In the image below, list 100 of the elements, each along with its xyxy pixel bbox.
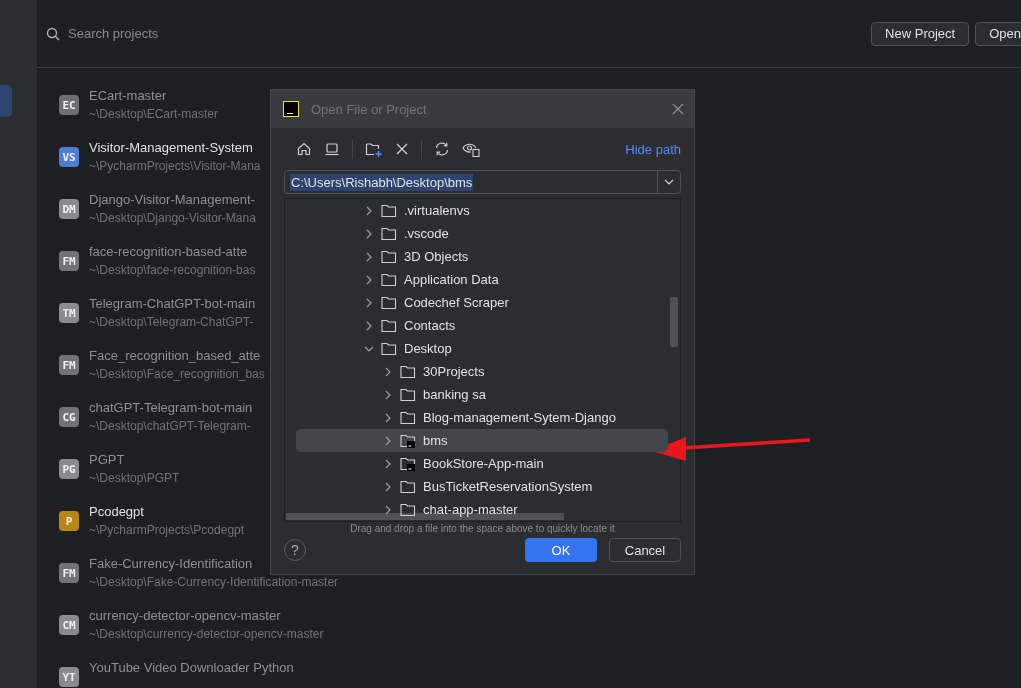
folder-icon [381,226,397,241]
project-icon: PG [59,459,79,479]
ok-button[interactable]: OK [525,538,597,562]
project-name[interactable]: face-recognition-based-atte [89,244,248,259]
tree-row[interactable]: BookStore-App-main [296,452,668,475]
project-icon: FM [59,355,79,375]
project-icon: EC [59,95,79,115]
project-name[interactable]: Pcodegpt [89,504,144,519]
project-icon: FM [59,563,79,583]
refresh-icon[interactable] [434,141,450,157]
folder-name: BusTicketReservationSystem [423,479,593,494]
project-name[interactable]: Visitor-Management-System [89,140,253,155]
cancel-button[interactable]: Cancel [609,538,681,562]
tree-row[interactable]: bms [296,429,668,452]
chevron-right-icon[interactable] [364,320,374,331]
tree-row[interactable]: BusTicketReservationSystem [296,475,668,498]
chevron-right-icon[interactable] [383,481,393,492]
tree-row[interactable]: chat-app-master [296,498,668,521]
project-name[interactable]: Fake-Currency-Identification [89,556,253,571]
project-name[interactable]: YouTube Video Downloader Python [89,660,294,675]
project-path: ~\Desktop\Fake-Currency-Identification-master [89,575,339,589]
chevron-right-icon[interactable] [364,251,374,262]
project-path: ~\Desktop\Telegram-ChatGPT- [89,315,254,329]
tree-row[interactable]: banking sa [296,383,668,406]
project-icon: P [59,511,79,531]
chevron-right-icon[interactable] [383,435,393,446]
project-icon: FM [59,251,79,271]
project-name[interactable]: ECart-master [89,88,167,103]
project-path: ~\Desktop\ECart-master [89,107,219,121]
tree-row[interactable]: 30Projects [296,360,668,383]
tree-row[interactable]: Desktop [296,337,668,360]
folder-icon [400,364,416,379]
folder-icon [381,203,397,218]
project-name[interactable]: Telegram-ChatGPT-bot-main [89,296,256,311]
project-path: ~\PycharmProjects\Visitor-Mana [89,159,261,173]
project-icon: YT [59,667,79,687]
folder-name: Desktop [404,341,452,356]
folder-icon [400,410,416,425]
new-project-button[interactable]: New Project [871,21,970,46]
tree-row[interactable]: .virtualenvs [296,199,668,222]
folder-name: Blog-management-Sytem-Django [423,410,616,425]
hide-path-link[interactable]: Hide path [625,141,681,157]
folder-icon [400,502,416,517]
project-name[interactable]: chatGPT-Telegram-bot-main [89,400,253,415]
eye-icon[interactable] [462,141,480,157]
project-icon: CG [59,407,79,427]
project-icon: TM [59,303,79,323]
folder-icon [400,387,416,402]
folder-name: Codechef Scraper [404,295,509,310]
project-icon: VS [59,147,79,167]
new-folder-icon[interactable] [365,141,383,157]
folder-name: Application Data [404,272,499,287]
project-name[interactable]: currency-detector-opencv-master [89,608,281,623]
project-name[interactable]: PGPT [89,452,125,467]
tree-row[interactable]: Application Data [296,268,668,291]
chevron-right-icon[interactable] [364,274,374,285]
project-name[interactable]: Django-Visitor-Management- [89,192,255,207]
project-path: ~\Desktop\Django-Visitor-Mana [89,211,256,225]
tree-row[interactable]: .vscode [296,222,668,245]
project-icon: CM [59,615,79,635]
scrollbar-thumb[interactable] [670,297,678,347]
chevron-right-icon[interactable] [364,205,374,216]
hint-text: Drag and drop a file into the space above to quickly locate it [349,522,616,534]
chevron-right-icon[interactable] [383,366,393,377]
folder-name: BookStore-App-main [423,456,544,471]
tree-row[interactable]: 3D Objects [296,245,668,268]
folder-icon [381,318,397,333]
tree-row[interactable]: Contacts [296,314,668,337]
search-icon [46,26,60,41]
folder-name: .vscode [404,226,449,241]
dialog-title: Open File or Project [311,101,428,117]
project-path: ~\Desktop\Face_recognition_bas [89,367,265,381]
home-icon[interactable] [296,141,312,157]
tree-row[interactable]: Codechef Scraper [296,291,668,314]
tree-row[interactable]: Blog-management-Sytem-Django [296,406,668,429]
folder-name: chat-app-master [423,502,518,517]
folder-name: .virtualenvs [404,203,470,218]
chevron-right-icon[interactable] [383,458,393,469]
folder-name: 30Projects [423,364,485,379]
chevron-right-icon[interactable] [383,412,393,423]
path-field[interactable]: C:\Users\Rishabh\Desktop\bms [284,170,681,194]
chevron-right-icon[interactable] [364,297,374,308]
folder-name: banking sa [423,387,486,402]
search-field[interactable]: Search projects [68,24,368,43]
folder-icon [381,341,397,356]
chevron-down-icon [664,179,674,185]
project-path: ~\PycharmProjects\Pcodegpt [89,523,245,537]
folder-icon [400,479,416,494]
folder-name: Contacts [404,318,456,333]
chevron-right-icon[interactable] [364,228,374,239]
project-path: ~\Desktop\currency-detector-opencv-master [89,627,324,641]
project-path: ~\Desktop\PGPT [89,471,180,485]
open-button[interactable]: Open [975,21,1021,46]
chevron-right-icon[interactable] [383,389,393,400]
project-icon: DM [59,199,79,219]
computer-icon[interactable] [324,141,340,157]
project-name[interactable]: Face_recognition_based_atte [89,348,261,363]
delete-icon[interactable] [395,142,409,156]
close-icon[interactable] [672,103,684,115]
folder-name: 3D Objects [404,249,469,264]
